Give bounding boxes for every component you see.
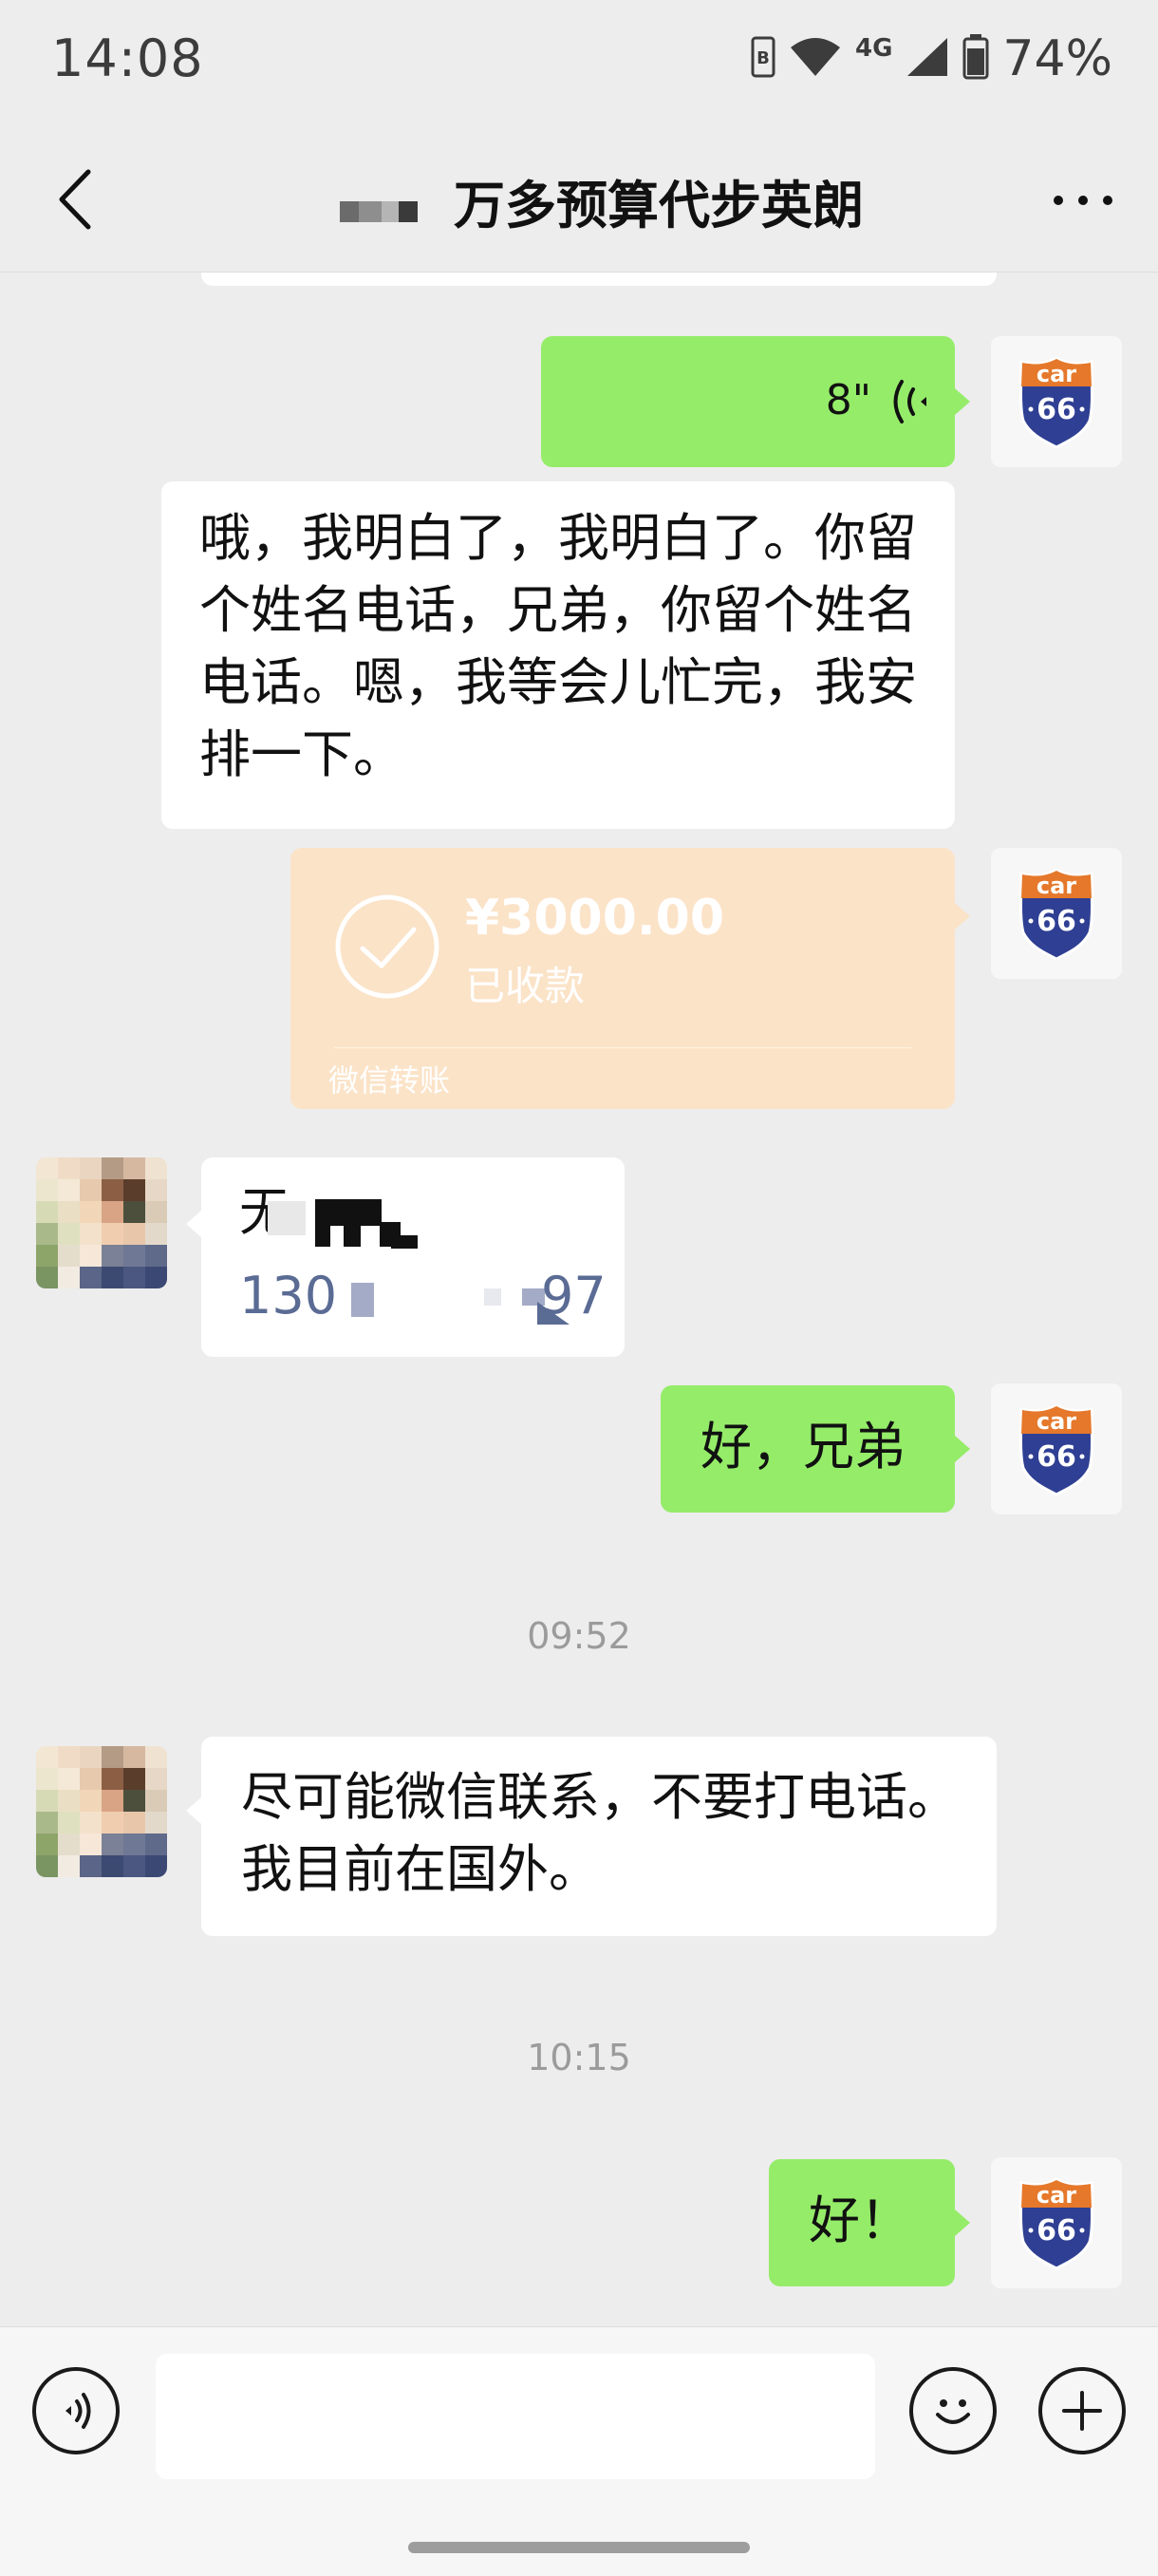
message-line: 尽可能微信联系，不要打电话。: [241, 1767, 959, 1827]
svg-text:car: car: [1037, 361, 1076, 387]
svg-text:B: B: [756, 48, 770, 68]
phone-number-end[interactable]: 97: [541, 1260, 607, 1332]
message-line: 电话。嗯，我等会儿忙完，我安: [199, 652, 917, 712]
message-line: 排一下。: [199, 724, 404, 784]
contact-avatar[interactable]: [36, 1746, 167, 1877]
plus-button[interactable]: [1038, 2367, 1126, 2454]
chat-title: 万多预算代步英朗: [454, 176, 864, 235]
message-bubble-ok-brother[interactable]: 好，兄弟: [661, 1385, 955, 1513]
voice-wave-icon: [893, 380, 926, 423]
bubble-tail: [955, 388, 970, 415]
message-bubble-wechat-only[interactable]: 尽可能微信联系，不要打电话。 我目前在国外。: [201, 1737, 997, 1936]
voice-mode-button[interactable]: [32, 2367, 120, 2454]
input-bar: [0, 2326, 1158, 2576]
message-text: 好！: [809, 2191, 911, 2250]
svg-text:car: car: [1037, 873, 1076, 899]
signal-icon: [906, 36, 949, 82]
emoji-icon: [936, 2399, 970, 2424]
contact-card-message[interactable]: 无 130 97: [201, 1157, 625, 1357]
svg-text:66: 66: [1037, 393, 1076, 426]
voice-duration: 8": [825, 376, 871, 424]
svg-text:66: 66: [1037, 2214, 1076, 2247]
bubble-tail: [186, 1797, 201, 1824]
bubble-tail: [955, 2209, 970, 2236]
back-button[interactable]: [42, 161, 108, 237]
check-circle-icon: [335, 894, 439, 999]
home-indicator[interactable]: [408, 2542, 750, 2553]
bubble-tail: [955, 1436, 970, 1462]
more-button[interactable]: [1040, 177, 1126, 224]
transfer-label: 微信转账: [328, 1062, 451, 1099]
timestamp: 10:15: [527, 2037, 631, 2078]
my-avatar[interactable]: car 66: [991, 2157, 1122, 2288]
chat-header: 万多预算代步英朗: [0, 123, 1158, 273]
bubble-tail: [955, 903, 970, 930]
transfer-amount: ¥3000.00: [465, 890, 725, 947]
status-icons: B 4G 74%: [751, 30, 1112, 87]
wifi-icon: [789, 36, 842, 82]
battery-percent: 74%: [1002, 30, 1112, 87]
message-input[interactable]: [156, 2354, 875, 2479]
more-dots-icon: [1054, 196, 1112, 205]
voice-mode-icon: [65, 2393, 91, 2429]
voice-message-bubble[interactable]: 8": [541, 336, 955, 467]
plus-icon: [1062, 2391, 1102, 2431]
emoji-button[interactable]: [909, 2367, 997, 2454]
svg-text:car: car: [1037, 1408, 1076, 1435]
partial-message-bubble[interactable]: [201, 273, 997, 286]
svg-text:66: 66: [1037, 905, 1076, 938]
svg-text:car: car: [1037, 2182, 1076, 2209]
status-time: 14:08: [51, 28, 204, 88]
my-avatar[interactable]: car 66: [991, 1383, 1122, 1514]
blurred-name-prefix: [340, 201, 418, 222]
message-bubble-ok[interactable]: 好！: [769, 2159, 955, 2286]
battery-icon: [962, 34, 989, 84]
status-bar: 14:08 B 4G 74%: [0, 0, 1158, 123]
svg-text:66: 66: [1037, 1440, 1076, 1474]
divider: [334, 1047, 911, 1048]
transfer-status: 已收款: [465, 963, 586, 1009]
transfer-card[interactable]: ¥3000.00 已收款 微信转账: [290, 848, 955, 1109]
car66-logo-icon: car 66: [1019, 2177, 1093, 2270]
car66-logo-icon: car 66: [1019, 868, 1093, 961]
my-avatar[interactable]: car 66: [991, 848, 1122, 979]
redacted-name-blocks: [268, 1195, 420, 1249]
contact-avatar[interactable]: [36, 1157, 167, 1288]
car66-logo-icon: car 66: [1019, 356, 1093, 449]
hd-icon: B: [751, 36, 775, 82]
chat-messages[interactable]: 8" car 66 哦，我明白了，我明白了。你留 个姓名电话，兄弟，你留个姓名 …: [0, 273, 1158, 2326]
message-line: 我目前在国外。: [241, 1839, 600, 1899]
car66-logo-icon: car 66: [1019, 1403, 1093, 1496]
message-line: 个姓名电话，兄弟，你留个姓名: [199, 580, 917, 640]
timestamp: 09:52: [527, 1615, 631, 1657]
message-text: 好，兄弟: [700, 1417, 906, 1476]
message-bubble-reply[interactable]: 哦，我明白了，我明白了。你留 个姓名电话，兄弟，你留个姓名 电话。嗯，我等会儿忙…: [161, 481, 955, 829]
network-type: 4G: [854, 34, 893, 63]
chevron-left-icon: [59, 169, 91, 230]
my-avatar[interactable]: car 66: [991, 336, 1122, 467]
phone-number-start[interactable]: 130: [239, 1260, 337, 1332]
message-line: 哦，我明白了，我明白了。你留: [199, 508, 917, 568]
bubble-tail: [186, 1211, 201, 1237]
